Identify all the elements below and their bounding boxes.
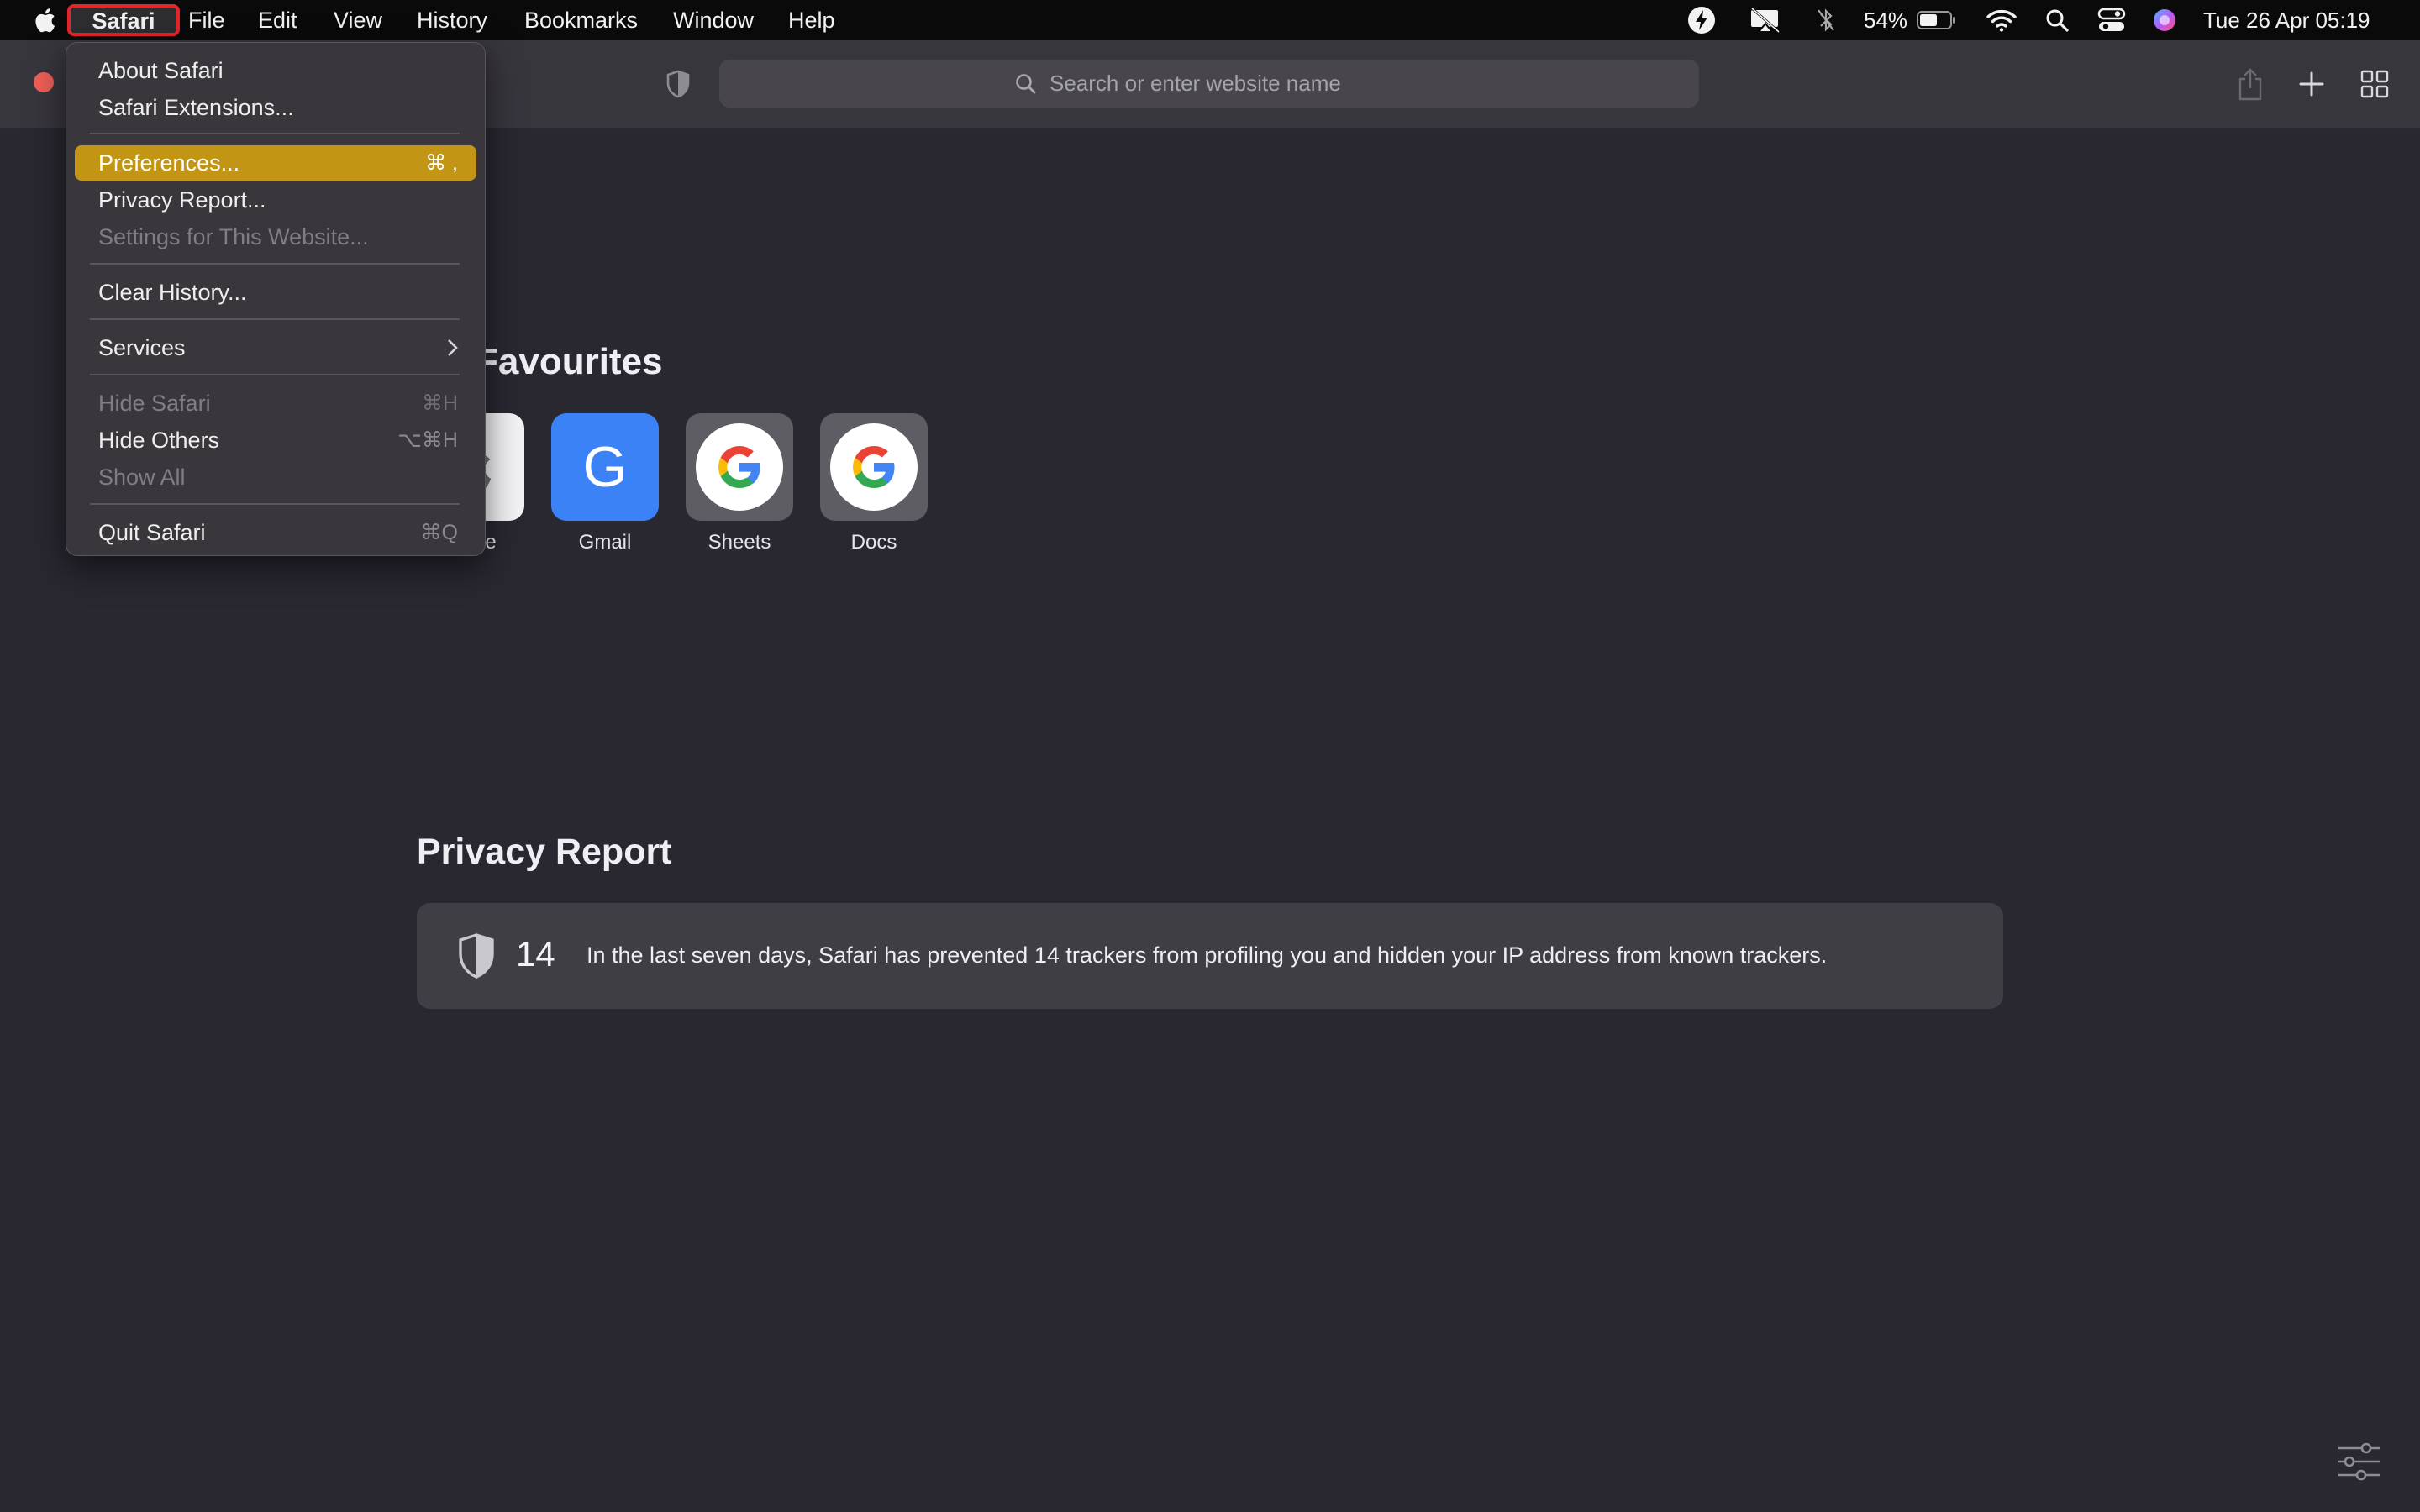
menu-item-shortcut: ⌘H: [421, 391, 458, 415]
menu-item-shortcut: ⌥⌘H: [397, 428, 458, 452]
spotlight-search-icon[interactable]: [2044, 5, 2070, 35]
menu-item-show-all: Show All: [75, 459, 476, 495]
google-logo-icon: [696, 423, 783, 511]
battery-percent: 54%: [1864, 8, 1908, 33]
battery-icon[interactable]: [1916, 5, 1958, 35]
search-icon: [1016, 73, 1036, 93]
menu-item-preferences[interactable]: Preferences... ⌘ ,: [75, 145, 476, 181]
menu-item-privacy-report[interactable]: Privacy Report...: [75, 182, 476, 218]
favourite-docs-label: Docs: [850, 531, 897, 554]
privacy-shield-icon[interactable]: [666, 70, 691, 98]
menu-item-label: Hide Others: [98, 428, 220, 453]
date-time[interactable]: Tue 26 Apr 05:19: [2203, 4, 2370, 36]
gmail-letter-icon: G: [582, 435, 628, 499]
menu-item-label: Clear History...: [98, 280, 247, 305]
menu-item-label: Show All: [98, 465, 186, 490]
menu-window[interactable]: Window: [673, 4, 754, 36]
new-tab-icon[interactable]: [2293, 66, 2330, 102]
menu-item-label: Services: [98, 335, 186, 360]
menu-item-clear-history[interactable]: Clear History...: [75, 275, 476, 310]
customize-start-page-icon[interactable]: [2336, 1441, 2381, 1482]
menu-separator: [90, 263, 460, 265]
bluetooth-off-icon[interactable]: [1813, 5, 1839, 35]
menu-separator: [90, 374, 460, 375]
siri-icon[interactable]: [2149, 5, 2180, 35]
favourites-heading: Favourites: [476, 341, 663, 382]
menu-item-label: Quit Safari: [98, 520, 206, 545]
menu-history[interactable]: History: [417, 4, 487, 36]
google-logo-icon: [830, 423, 918, 511]
close-window-button[interactable]: [34, 72, 54, 92]
address-bar[interactable]: [719, 60, 1699, 108]
favourite-gmail-label: Gmail: [578, 531, 632, 554]
privacy-report-heading: Privacy Report: [417, 832, 672, 872]
menu-item-safari-extensions[interactable]: Safari Extensions...: [75, 90, 476, 125]
menu-file[interactable]: File: [188, 4, 225, 36]
menu-item-about-safari[interactable]: About Safari: [75, 53, 476, 88]
menu-separator: [90, 318, 460, 320]
safari-menu-dropdown: About Safari Safari Extensions... Prefer…: [66, 42, 486, 556]
menu-item-hide-safari: Hide Safari ⌘H: [75, 386, 476, 421]
favourite-gmail[interactable]: G: [551, 413, 659, 521]
menu-item-quit-safari[interactable]: Quit Safari ⌘Q: [75, 515, 476, 550]
menu-view[interactable]: View: [334, 4, 382, 36]
menu-item-label: About Safari: [98, 58, 224, 83]
menu-item-settings-for-website: Settings for This Website...: [75, 219, 476, 255]
bolt-icon[interactable]: [1686, 5, 1718, 35]
share-icon[interactable]: [2232, 66, 2269, 102]
screen-mirroring-icon[interactable]: [1748, 5, 1783, 35]
apple-menu-icon[interactable]: [30, 5, 59, 35]
menu-safari[interactable]: Safari: [67, 4, 180, 36]
menu-item-label: Hide Safari: [98, 391, 211, 416]
menu-item-label: Safari Extensions...: [98, 95, 294, 120]
favourite-sheets-label: Sheets: [708, 531, 771, 554]
menu-item-shortcut: ⌘Q: [420, 521, 458, 544]
tab-overview-icon[interactable]: [2356, 66, 2393, 102]
menu-item-shortcut: ⌘ ,: [425, 151, 458, 175]
menu-item-label: Preferences...: [98, 150, 240, 176]
menu-separator: [90, 503, 460, 505]
tracker-count: 14: [516, 934, 555, 974]
menu-item-label: Privacy Report...: [98, 187, 266, 213]
wifi-icon[interactable]: [1985, 5, 2018, 35]
privacy-report-summary: In the last seven days, Safari has preve…: [587, 942, 1828, 968]
menu-bookmarks[interactable]: Bookmarks: [524, 4, 638, 36]
chevron-right-icon: [448, 339, 458, 356]
favourite-sheets[interactable]: [686, 413, 793, 521]
menu-item-label: Settings for This Website...: [98, 224, 369, 249]
menu-separator: [90, 133, 460, 134]
menu-help[interactable]: Help: [788, 4, 835, 36]
menu-item-hide-others[interactable]: Hide Others ⌥⌘H: [75, 423, 476, 458]
menu-item-services[interactable]: Services: [75, 330, 476, 365]
search-input[interactable]: [1048, 70, 1404, 97]
favourite-docs[interactable]: [820, 413, 928, 521]
menu-bar: Safari File Edit View History Bookmarks …: [0, 0, 2420, 40]
control-center-icon[interactable]: [2096, 5, 2128, 35]
menu-edit[interactable]: Edit: [258, 4, 297, 36]
privacy-shield-icon: [457, 932, 496, 979]
